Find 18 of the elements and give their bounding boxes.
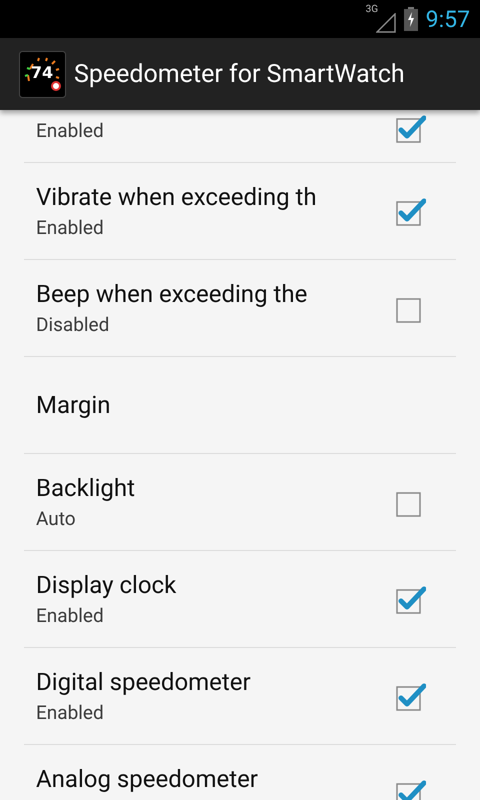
network-type: 3G (366, 5, 378, 15)
setting-title: Backlight (36, 473, 136, 504)
setting-title: Beep when exceeding the (36, 279, 308, 310)
app-title: Speedometer for SmartWatch (74, 60, 405, 88)
setting-summary: Enabled (36, 118, 105, 144)
setting-summary: Enabled (36, 700, 105, 726)
setting-summary: Auto (36, 506, 77, 532)
setting-title: Margin (36, 390, 112, 421)
app-icon[interactable]: 74 (19, 50, 66, 98)
setting-title: Vibrate when exceeding th (36, 182, 318, 213)
setting-title: Analog speedometer (36, 764, 259, 795)
setting-summary: Enabled (36, 603, 105, 629)
setting-summary: Enabled (36, 215, 105, 241)
setting-summary: Disabled (36, 312, 110, 338)
clock-time: 9:57 (426, 8, 470, 30)
setting-title: Digital speedometer (36, 667, 252, 698)
setting-title: Display clock (36, 570, 178, 601)
battery-icon (404, 7, 418, 31)
